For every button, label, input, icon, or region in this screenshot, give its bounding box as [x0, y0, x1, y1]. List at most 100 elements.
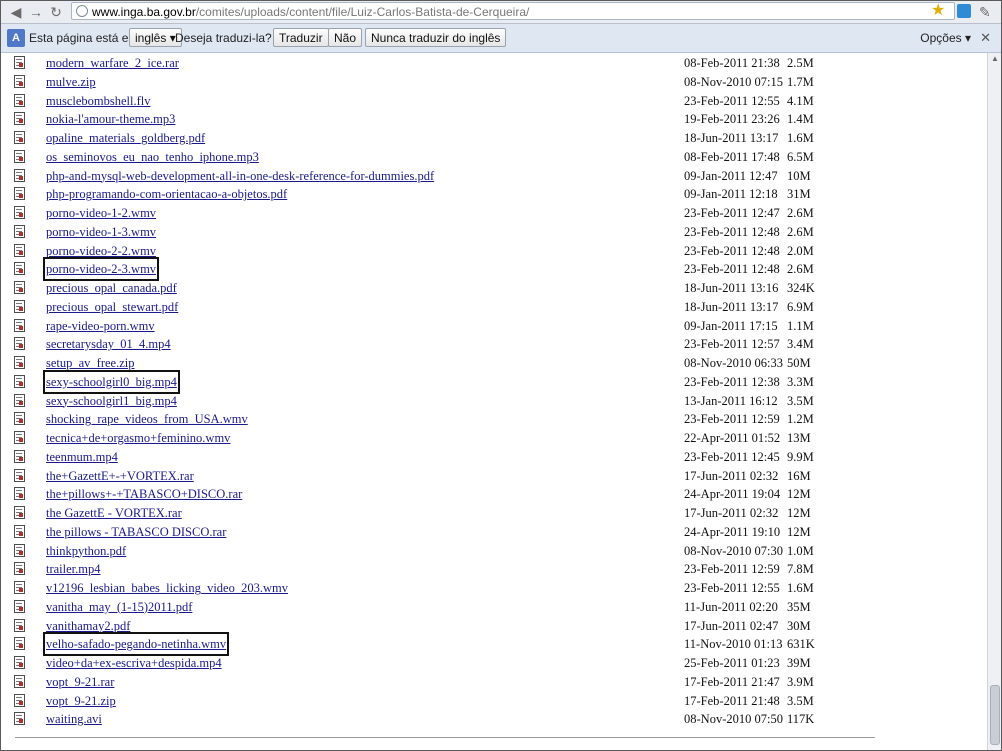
table-row: opaline_materials_goldberg.pdf 18-Jun-201…	[1, 129, 987, 148]
file-icon	[14, 487, 25, 501]
file-date: 08-Nov-2010 07:50	[684, 712, 783, 727]
options-menu[interactable]: Opções ▾	[920, 31, 971, 45]
file-icon	[14, 581, 25, 594]
file-icon	[14, 656, 25, 669]
language-select[interactable]: inglês ▾	[129, 28, 182, 47]
table-row: setup_av_free.zip 08-Nov-2010 06:33 50M	[1, 354, 987, 373]
table-row: shocking_rape_videos_from_USA.wmv 23-Feb-…	[1, 410, 987, 429]
file-link[interactable]: porno-video-2-2.wmv	[46, 242, 156, 260]
file-date: 23-Feb-2011 12:38	[684, 374, 780, 389]
file-icon	[14, 449, 25, 463]
file-link[interactable]: musclebombshell.flv	[46, 92, 151, 110]
table-row: the pillows - TABASCO DISCO.rar 24-Apr-20…	[1, 523, 987, 542]
file-icon	[14, 693, 25, 707]
file-date: 17-Jun-2011 02:32	[684, 468, 779, 483]
forward-icon[interactable]: →	[27, 3, 45, 21]
file-size: 1.7M	[787, 74, 814, 89]
file-link[interactable]: vopt_9-21.zip	[46, 692, 116, 710]
file-size: 6.9M	[787, 299, 814, 314]
file-icon	[14, 187, 25, 201]
file-link[interactable]: nokia-l'amour-theme.mp3	[46, 110, 175, 128]
file-link[interactable]: vanithamay2.pdf	[46, 617, 130, 635]
file-date: 23-Feb-2011 12:47	[684, 206, 780, 220]
file-link[interactable]: mulve.zip	[46, 73, 96, 91]
bookmark-star-icon[interactable]: ★	[931, 2, 945, 20]
table-row: the GazettE - VORTEX.rar 17-Jun-2011 02:3…	[1, 504, 987, 523]
table-row: php-and-mysql-web-development-all-in-one…	[1, 167, 987, 186]
file-icon	[14, 206, 25, 219]
file-listing: modern_warfare_2_ice.rar 08-Feb-2011 21:3…	[1, 53, 987, 743]
file-link[interactable]: waiting.avi	[46, 710, 102, 728]
file-icon	[14, 74, 25, 88]
file-link[interactable]: opaline_materials_goldberg.pdf	[46, 129, 205, 147]
file-link[interactable]: the+pillows+-+TABASCO+DISCO.rar	[46, 485, 242, 503]
translate-icon: A	[7, 29, 25, 47]
file-link[interactable]: the pillows - TABASCO DISCO.rar	[46, 523, 226, 541]
file-link[interactable]: trailer.mp4	[46, 560, 101, 578]
file-icon	[14, 168, 25, 182]
file-size: 3.5M	[787, 693, 814, 708]
file-date: 23-Feb-2011 12:59	[684, 562, 780, 577]
file-link[interactable]: rape-video-porn.wmv	[46, 317, 155, 335]
close-icon[interactable]: ✕	[980, 30, 991, 46]
scroll-up-icon[interactable]: ▲	[988, 53, 1001, 65]
file-size: 12M	[787, 487, 811, 502]
file-link[interactable]: porno-video-1-2.wmv	[46, 204, 156, 222]
file-link[interactable]: velho-safado-pegando-netinha.wmv	[42, 632, 230, 657]
file-link[interactable]: thinkpython.pdf	[46, 542, 126, 560]
no-button[interactable]: Não	[328, 28, 363, 47]
reload-icon[interactable]: ↻	[47, 3, 65, 21]
file-size: 2.6M	[787, 206, 814, 220]
file-link[interactable]: vanitha_may_(1-15)2011.pdf	[46, 598, 192, 616]
file-size: 13M	[787, 431, 811, 445]
file-link[interactable]: php-and-mysql-web-development-all-in-one…	[46, 167, 434, 185]
extension-icon[interactable]	[957, 4, 971, 18]
file-link[interactable]: video+da+ex-escriva+despida.mp4	[46, 654, 222, 672]
file-link[interactable]: teenmum.mp4	[46, 448, 118, 466]
never-translate-button[interactable]: Nunca traduzir do inglês	[365, 28, 507, 47]
file-link[interactable]: v12196_lesbian_babes_licking_video_203.w…	[46, 579, 288, 597]
file-link[interactable]: os_seminovos_eu_nao_tenho_iphone.mp3	[46, 148, 259, 166]
address-bar: ◀ → ↻ www.inga.ba.gov.br/comites/uploads…	[1, 1, 1001, 24]
file-link[interactable]: porno-video-1-3.wmv	[46, 223, 156, 241]
file-link[interactable]: sexy-schoolgirl1_big.mp4	[46, 392, 177, 410]
table-row: porno-video-1-2.wmv 23-Feb-2011 12:47 2.6M	[1, 204, 987, 223]
table-row: precious_opal_canada.pdf 18-Jun-2011 13:1…	[1, 279, 987, 298]
file-size: 10M	[787, 168, 811, 183]
file-link[interactable]: modern_warfare_2_ice.rar	[46, 54, 179, 72]
wrench-icon[interactable]: ✎	[979, 3, 991, 21]
scroll-thumb[interactable]	[990, 685, 1000, 745]
file-link[interactable]: tecnica+de+orgasmo+feminino.wmv	[46, 429, 230, 447]
file-date: 17-Jun-2011 02:32	[684, 506, 779, 520]
file-link[interactable]: setup_av_free.zip	[46, 354, 135, 372]
file-link[interactable]: porno-video-2-3.wmv	[42, 257, 160, 282]
file-date: 19-Feb-2011 23:26	[684, 112, 780, 127]
file-link[interactable]: precious_opal_stewart.pdf	[46, 298, 178, 316]
vertical-scrollbar[interactable]: ▲	[987, 53, 1001, 750]
file-link[interactable]: sexy-schoolgirl0_big.mp4	[43, 369, 180, 394]
file-date: 23-Feb-2011 12:48	[684, 224, 780, 239]
file-date: 23-Feb-2011 12:45	[684, 449, 780, 464]
file-icon	[14, 374, 25, 388]
file-size: 35M	[787, 599, 811, 614]
file-link[interactable]: vopt_9-21.rar	[46, 673, 114, 691]
file-size: 117K	[787, 712, 815, 727]
file-size: 1.4M	[787, 112, 814, 127]
table-row: nokia-l'amour-theme.mp3 19-Feb-2011 23:26…	[1, 110, 987, 129]
file-link[interactable]: the GazettE - VORTEX.rar	[46, 504, 182, 522]
url-input[interactable]: www.inga.ba.gov.br/comites/uploads/conte…	[71, 2, 955, 20]
file-date: 17-Feb-2011 21:48	[684, 693, 780, 708]
file-size: 6.5M	[787, 149, 814, 164]
file-date: 11-Nov-2010 01:13	[684, 637, 783, 652]
file-date: 17-Jun-2011 02:47	[684, 618, 779, 633]
file-link[interactable]: shocking_rape_videos_from_USA.wmv	[46, 410, 248, 428]
file-link[interactable]: secretarysday_01_4.mp4	[46, 335, 171, 353]
file-link[interactable]: php-programando-com-orientacao-a-objetos…	[46, 185, 287, 203]
file-icon	[14, 599, 25, 613]
back-icon[interactable]: ◀	[7, 3, 25, 21]
file-link[interactable]: precious_opal_canada.pdf	[46, 279, 177, 297]
translate-button[interactable]: Traduzir	[273, 28, 329, 47]
table-row: sexy-schoolgirl0_big.mp4 23-Feb-2011 12:3…	[1, 369, 987, 394]
file-icon	[14, 712, 25, 726]
file-link[interactable]: the+GazettE+-+VORTEX.rar	[46, 467, 194, 485]
